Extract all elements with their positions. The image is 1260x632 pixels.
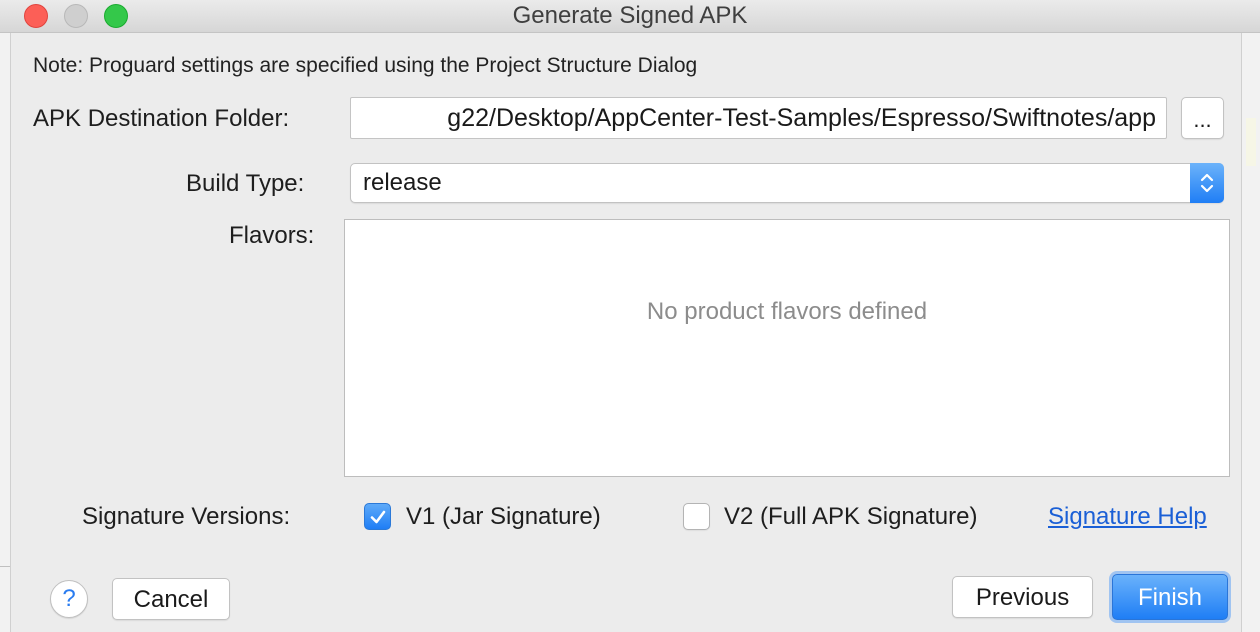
previous-button[interactable]: Previous [952,576,1093,618]
generate-signed-apk-dialog: Generate Signed APK Note: Proguard setti… [0,0,1260,632]
ide-editor-hint [1246,118,1256,166]
checkmark-icon [370,510,386,524]
build-type-select[interactable]: release [350,163,1224,203]
v2-signature-label[interactable]: V2 (Full APK Signature) [724,503,977,531]
signature-help-link[interactable]: Signature Help [1048,503,1207,531]
title-bar: Generate Signed APK [0,0,1260,33]
v2-signature-checkbox[interactable] [683,503,710,530]
build-type-value: release [363,169,442,196]
build-type-label: Build Type: [186,170,305,197]
finish-button[interactable]: Finish [1112,574,1228,620]
window-title: Generate Signed APK [512,2,748,29]
signature-versions-label: Signature Versions: [82,503,291,530]
v1-signature-checkbox[interactable] [364,503,391,530]
proguard-note: Note: Proguard settings are specified us… [33,54,698,77]
updown-chevron-icon [1190,163,1224,203]
flavors-empty-message: No product flavors defined [646,298,928,325]
browse-folder-button[interactable]: ... [1181,97,1224,139]
help-button[interactable]: ? [50,580,88,618]
destination-folder-value: g22/Desktop/AppCenter-Test-Samples/Espre… [447,104,1156,132]
flavors-label: Flavors: [229,222,315,249]
destination-folder-label: APK Destination Folder: [33,105,290,132]
ide-left-edge [0,32,11,632]
ide-right-edge [1241,32,1260,632]
cancel-button[interactable]: Cancel [112,578,230,620]
flavors-list[interactable]: No product flavors defined [344,219,1230,477]
destination-folder-field[interactable]: g22/Desktop/AppCenter-Test-Samples/Espre… [350,97,1167,139]
v1-signature-label[interactable]: V1 (Jar Signature) [406,503,601,531]
ide-divider [0,566,10,567]
